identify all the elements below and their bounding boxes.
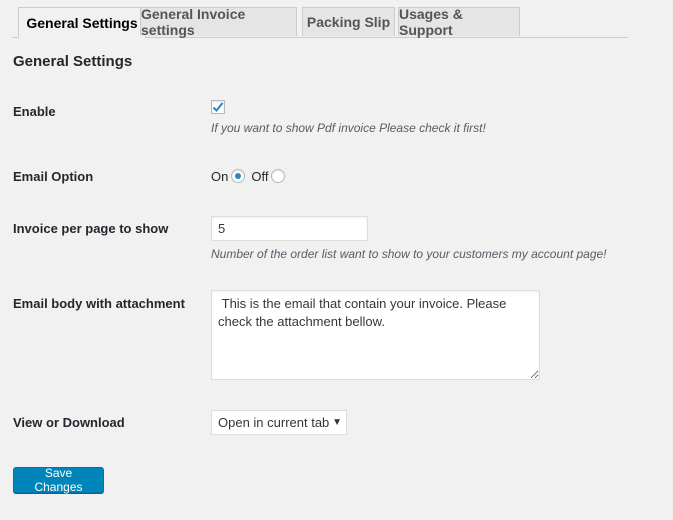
tab-general-invoice-settings[interactable]: General Invoice settings [140, 6, 297, 38]
radio-selected-dot [235, 173, 242, 179]
email-option-off-radio[interactable] [271, 169, 286, 183]
invoice-per-page-description: Number of the order list want to show to… [211, 247, 607, 261]
email-option-off-label: Off [251, 168, 269, 184]
view-or-download-selected: Open in current tab [218, 415, 330, 430]
enable-checkbox[interactable] [211, 100, 225, 114]
tab-usages-support[interactable]: Usages & Support [398, 6, 520, 38]
save-changes-button[interactable]: Save Changes [13, 466, 104, 494]
tab-general-settings[interactable]: General Settings [18, 7, 146, 38]
checkmark-icon [212, 102, 224, 112]
enable-description: If you want to show Pdf invoice Please c… [211, 121, 486, 135]
invoice-per-page-label: Invoice per page to show [13, 221, 169, 236]
email-option-group: On Off [211, 168, 291, 184]
view-or-download-label: View or Download [13, 415, 125, 430]
email-option-label: Email Option [13, 169, 94, 184]
view-or-download-select[interactable]: Open in current tab ▼ [211, 410, 347, 435]
enable-label: Enable [13, 104, 56, 119]
chevron-down-icon: ▼ [332, 417, 342, 428]
settings-tabs: General Settings General Invoice setting… [12, 6, 628, 38]
invoice-per-page-input[interactable] [211, 216, 368, 241]
email-option-on-label: On [211, 168, 229, 184]
email-option-on-radio[interactable] [231, 169, 246, 183]
email-body-label: Email body with attachment [13, 296, 185, 311]
tab-packing-slip[interactable]: Packing Slip [302, 7, 395, 36]
section-title: General Settings [13, 53, 133, 70]
email-body-textarea[interactable]: This is the email that contain your invo… [211, 290, 540, 380]
